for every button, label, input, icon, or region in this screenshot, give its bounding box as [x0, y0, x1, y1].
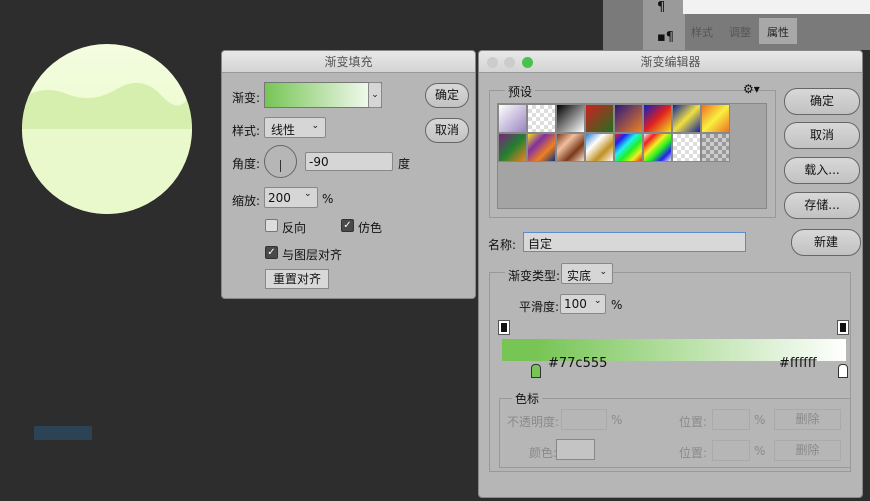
delete-opacity-stop-button[interactable]: 删除	[774, 409, 841, 430]
preset-swatch[interactable]	[643, 104, 672, 133]
zoom-window-button[interactable]	[522, 57, 533, 68]
style-select[interactable]: 线性 ⌄	[264, 117, 326, 138]
reverse-checkbox[interactable]	[265, 219, 278, 232]
tab-adjustments[interactable]: 调整	[721, 18, 759, 44]
chevron-down-icon: ⌄	[311, 121, 319, 131]
color-swatch[interactable]	[556, 439, 595, 460]
ok-button[interactable]: 确定	[784, 88, 860, 115]
opacity-position-label: 位置:	[679, 415, 708, 429]
stops-group-label: 色标	[512, 390, 543, 407]
name-input[interactable]: 自定	[523, 232, 746, 252]
preset-swatch[interactable]	[585, 133, 614, 162]
save-button[interactable]: 存储...	[784, 192, 860, 219]
cancel-button[interactable]: 取消	[425, 118, 469, 143]
style-value: 线性	[271, 123, 296, 137]
color-label: 颜色:	[529, 446, 558, 460]
histogram-area	[683, 0, 870, 14]
title-text: 渐变编辑器	[640, 55, 701, 69]
delete-color-stop-button[interactable]: 删除	[774, 440, 841, 461]
color-position-unit: %	[754, 444, 766, 458]
gradient-preview-swatch[interactable]	[264, 82, 382, 108]
preset-swatch[interactable]	[672, 133, 701, 162]
align-with-layer-checkbox[interactable]: ✓	[265, 246, 278, 259]
dither-checkbox[interactable]: ✓	[341, 219, 354, 232]
preset-swatch[interactable]	[498, 104, 527, 133]
smoothness-label: 平滑度:	[519, 300, 560, 314]
dialog-title: 渐变填充	[222, 51, 475, 73]
angle-dial[interactable]	[264, 145, 297, 178]
preset-swatch[interactable]	[643, 133, 672, 162]
opacity-label: 不透明度:	[507, 415, 560, 429]
tab-styles[interactable]: 样式	[683, 18, 721, 44]
color-stop-left[interactable]	[531, 364, 541, 378]
preset-swatch[interactable]	[585, 104, 614, 133]
smoothness-chevron-icon[interactable]: ⌄	[594, 296, 602, 306]
gradient-type-label: 渐变类型:	[505, 267, 564, 284]
dialog-title: 渐变编辑器	[479, 51, 862, 73]
scale-dropdown-chevron-icon[interactable]: ⌄	[304, 189, 312, 199]
gradient-type-value: 实底	[567, 269, 592, 283]
scale-unit: %	[322, 192, 334, 206]
preset-swatch[interactable]	[556, 104, 585, 133]
load-button[interactable]: 载入...	[784, 157, 860, 184]
preset-swatch[interactable]	[498, 133, 527, 162]
align-with-layer-label: 与图层对齐	[282, 248, 343, 262]
minimize-window-button[interactable]	[504, 57, 515, 68]
canvas-circle-preview	[22, 44, 192, 214]
opacity-input[interactable]	[561, 409, 607, 430]
gradient-type-select[interactable]: 实底 ⌄	[561, 263, 613, 284]
presets-grid	[497, 103, 767, 209]
new-button[interactable]: 新建	[791, 229, 861, 256]
style-label: 样式:	[232, 124, 261, 138]
angle-input[interactable]: -90	[305, 152, 393, 171]
gradient-fill-dialog: 渐变填充 渐变: ⌄ 确定 取消 样式: 线性 ⌄ 角度: -90 度 缩放: 2…	[221, 50, 476, 299]
preset-swatch[interactable]	[527, 104, 556, 133]
color-stop-right[interactable]	[838, 364, 848, 378]
scale-label: 缩放:	[232, 194, 261, 208]
reverse-label: 反向	[282, 221, 307, 235]
gradient-label: 渐变:	[232, 91, 261, 105]
layers-panel: ¶ ▪¶ 样式 调整 属性	[603, 0, 870, 50]
name-label: 名称:	[488, 238, 517, 252]
preset-swatch[interactable]	[672, 104, 701, 133]
opacity-position-input[interactable]	[712, 409, 750, 430]
preset-swatch[interactable]	[556, 133, 585, 162]
preset-swatch[interactable]	[701, 104, 730, 133]
preset-swatch[interactable]	[701, 133, 730, 162]
left-stop-hex-label: #77c555	[548, 356, 608, 371]
presets-label: 预设	[505, 83, 536, 100]
char-paragraph-icon[interactable]: ▪¶	[657, 30, 674, 45]
opacity-unit: %	[611, 413, 623, 427]
cancel-button[interactable]: 取消	[784, 122, 860, 149]
gradient-editor-dialog: 渐变编辑器 预设 ⚙▾ 确定 取消 载入... 存储... 新建 名称: 自定	[478, 50, 863, 498]
angle-unit: 度	[398, 157, 411, 171]
gear-icon[interactable]: ⚙▾	[743, 82, 760, 96]
preset-swatch[interactable]	[527, 133, 556, 162]
paragraph-icon[interactable]: ¶	[657, 0, 665, 15]
watermark-logo	[34, 426, 92, 440]
preset-swatch[interactable]	[614, 104, 643, 133]
opacity-stop-right[interactable]	[837, 320, 849, 335]
smoothness-unit: %	[611, 298, 623, 312]
ok-button[interactable]: 确定	[425, 83, 469, 108]
opacity-position-unit: %	[754, 413, 766, 427]
angle-label: 角度:	[232, 157, 261, 171]
close-window-button[interactable]	[487, 57, 498, 68]
color-position-label: 位置:	[679, 446, 708, 460]
color-position-input[interactable]	[712, 440, 750, 461]
preset-swatch[interactable]	[614, 133, 643, 162]
reset-align-button[interactable]: 重置对齐	[265, 269, 329, 289]
panel-tools-column: ¶ ▪¶	[643, 0, 685, 50]
right-stop-hex-label: #ffffff	[779, 356, 817, 371]
gradient-dropdown-chevron-icon[interactable]: ⌄	[368, 82, 382, 108]
tab-properties[interactable]: 属性	[759, 18, 797, 44]
chevron-down-icon: ⌄	[599, 267, 607, 277]
opacity-stop-left[interactable]	[498, 320, 510, 335]
dither-label: 仿色	[358, 221, 383, 235]
